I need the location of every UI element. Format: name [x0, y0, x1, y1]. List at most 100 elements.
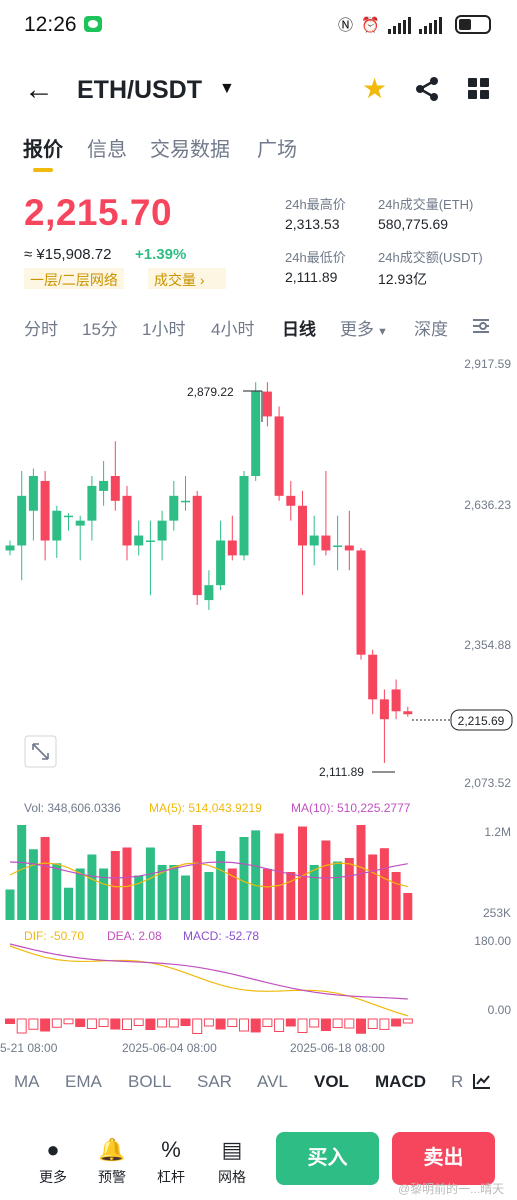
chevron-right-icon: › — [199, 272, 205, 288]
tab-square[interactable]: 广场 — [257, 133, 297, 162]
active-tab-indicator — [33, 168, 53, 172]
grid-menu-icon[interactable] — [468, 78, 490, 100]
candle-body — [262, 391, 272, 417]
status-bar: 12:26 Ⓝ ⏰ — [0, 0, 517, 52]
interval-timeline[interactable]: 分时 — [24, 315, 58, 340]
alarm-icon: ⏰ — [361, 17, 382, 34]
share-icon[interactable] — [412, 74, 442, 104]
macd-bar — [203, 1018, 214, 1027]
ind-ma[interactable]: MA — [14, 1072, 40, 1092]
macd-bar — [51, 1018, 62, 1028]
leverage-label: 杠杆 — [157, 1169, 185, 1185]
y-tick: 2,354.88 — [464, 638, 511, 652]
stat-vol-usdt-label: 24h成交额(USDT) — [378, 250, 483, 265]
volume-bar — [251, 830, 261, 920]
volume-bar — [286, 872, 296, 920]
stat-low-label: 24h最低价 — [285, 250, 346, 265]
caret-down-icon[interactable]: ▼ — [219, 80, 235, 98]
macd-bar — [63, 1018, 74, 1025]
volume-bar — [169, 865, 179, 920]
volume-bar — [309, 865, 319, 920]
bell-icon: 🔔 — [98, 1137, 126, 1162]
tab-trading-data[interactable]: 交易数据 — [150, 133, 230, 162]
ind-avl[interactable]: AVL — [257, 1072, 288, 1092]
favorite-star-icon[interactable]: ★ — [362, 74, 387, 104]
dea-label: DEA: 2.08 — [107, 929, 162, 943]
tag-volume[interactable]: 成交量 › — [148, 268, 226, 289]
grid-button[interactable]: ▤ 网格 — [212, 1138, 252, 1187]
macd-bar — [110, 1018, 121, 1030]
candle-body — [17, 495, 27, 546]
macd-bar — [239, 1018, 249, 1032]
dif-label: DIF: -50.70 — [24, 929, 84, 943]
interval-15m[interactable]: 15分 — [82, 315, 118, 340]
interval-1d[interactable]: 日线 — [282, 315, 316, 340]
volume-bar — [5, 889, 15, 920]
indicator-settings-icon[interactable] — [472, 1072, 492, 1090]
candle-body — [157, 520, 167, 541]
tag-layer[interactable]: 一层/二层网络 — [24, 268, 124, 289]
volume-bar — [298, 826, 307, 920]
interval-depth[interactable]: 深度 — [414, 315, 448, 340]
macd-bar — [215, 1018, 226, 1030]
ind-boll[interactable]: BOLL — [128, 1072, 171, 1092]
ma10-label: MA(10): 510,225.2777 — [291, 801, 411, 815]
ind-macd[interactable]: MACD — [375, 1072, 426, 1092]
leverage-button[interactable]: % 杠杆 — [151, 1138, 191, 1187]
candle-body — [356, 550, 366, 655]
candle-body — [391, 689, 401, 712]
alert-label: 预警 — [98, 1169, 126, 1185]
last-price: 2,215.70 — [24, 192, 173, 233]
volume-bar — [75, 868, 85, 920]
macd-bar — [367, 1018, 378, 1029]
candle-body — [333, 545, 343, 547]
candle-body — [122, 495, 132, 546]
macd-bar — [133, 1018, 144, 1026]
macd-bar — [16, 1018, 27, 1034]
macd-bar — [297, 1018, 308, 1033]
interval-more[interactable]: 更多 ▼ — [340, 315, 388, 340]
buy-button[interactable]: 买入 — [276, 1132, 379, 1185]
interval-1h[interactable]: 1小时 — [142, 315, 185, 340]
candle-body — [40, 480, 50, 541]
nfc-icon: Ⓝ — [338, 17, 356, 34]
sell-button[interactable]: 卖出 — [392, 1132, 495, 1185]
ind-ema[interactable]: EMA — [65, 1072, 102, 1092]
ind-vol[interactable]: VOL — [314, 1072, 349, 1092]
macd-bar — [262, 1018, 273, 1027]
macd-label: MACD: -52.78 — [183, 929, 259, 943]
price-chart[interactable]: 2,917.59 2,636.23 2,354.88 2,073.52 2,87… — [0, 350, 517, 1070]
volume-bar — [321, 840, 331, 920]
ind-sar[interactable]: SAR — [197, 1072, 232, 1092]
macd-bar — [75, 1018, 86, 1027]
candle-body — [99, 480, 109, 491]
candle-body — [64, 515, 73, 518]
candle-body — [274, 416, 284, 496]
candles — [5, 382, 413, 763]
cny-price: ≈ ¥15,908.72 — [24, 246, 112, 263]
more-button[interactable]: ● 更多 — [33, 1138, 73, 1187]
interval-4h[interactable]: 4小时 — [211, 315, 254, 340]
back-arrow-icon[interactable]: ← — [24, 75, 54, 105]
volume-bar — [64, 887, 73, 920]
macd-bar — [402, 1018, 413, 1024]
fullscreen-icon[interactable] — [24, 735, 57, 768]
alert-button[interactable]: 🔔 预警 — [92, 1138, 132, 1187]
macd-bar — [274, 1018, 285, 1032]
more-label: 更多 — [39, 1169, 67, 1185]
candle-body — [379, 699, 389, 720]
wechat-icon — [84, 16, 102, 32]
stat-high-label: 24h最高价 — [285, 197, 346, 212]
chart-settings-icon[interactable] — [471, 317, 491, 335]
macd-bar — [250, 1018, 261, 1033]
volume-bar — [344, 858, 354, 920]
ind-r[interactable]: R — [451, 1072, 463, 1092]
tab-quote[interactable]: 报价 — [23, 133, 63, 162]
pair-title[interactable]: ETH/USDT — [77, 76, 202, 105]
volume-bar — [157, 865, 167, 920]
tab-info[interactable]: 信息 — [87, 133, 127, 162]
macd-tick: 0.00 — [488, 1003, 512, 1017]
candle-body — [286, 495, 296, 506]
candle-body — [204, 585, 214, 601]
status-icons: Ⓝ ⏰ — [338, 14, 444, 35]
